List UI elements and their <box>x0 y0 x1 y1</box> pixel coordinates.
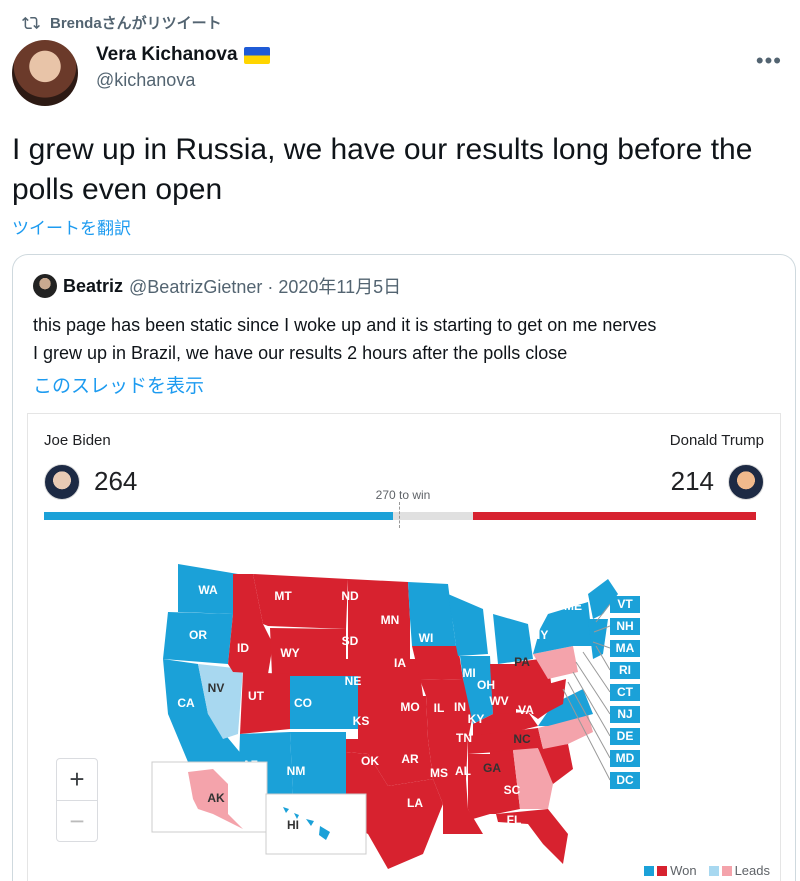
retweet-label: Brendaさんがリツイート <box>50 15 222 32</box>
quote-tweet[interactable]: Beatriz @BeatrizGietner · 2020年11月5日 thi… <box>12 254 796 881</box>
svg-text:WY: WY <box>280 646 299 660</box>
svg-text:MN: MN <box>381 613 400 627</box>
us-electoral-map: WAORCA NVIDMT WYUTCO AZNMND SDNEKS OKTXM… <box>151 564 640 869</box>
legend-won: Won <box>670 863 697 878</box>
map-zoom-control[interactable]: + − <box>56 758 98 842</box>
svg-text:UT: UT <box>248 689 265 703</box>
svg-text:LA: LA <box>407 796 423 810</box>
svg-text:MS: MS <box>430 766 448 780</box>
quote-text: this page has been static since I woke u… <box>33 311 656 367</box>
svg-text:HI: HI <box>287 818 299 832</box>
map-legend: Won Leads <box>644 863 770 878</box>
author-handle[interactable]: @kichanova <box>96 70 270 91</box>
svg-text:IA: IA <box>394 656 406 670</box>
svg-text:MO: MO <box>400 700 419 714</box>
svg-text:AR: AR <box>401 752 419 766</box>
quote-line-2: I grew up in Brazil, we have our results… <box>33 343 568 363</box>
svg-text:CO: CO <box>294 696 312 710</box>
svg-text:NY: NY <box>532 628 549 642</box>
svg-text:SC: SC <box>504 783 521 797</box>
svg-text:IL: IL <box>434 701 445 715</box>
svg-text:WV: WV <box>489 694 508 708</box>
svg-text:NC: NC <box>513 732 531 746</box>
state-box-label-nj: NJ <box>617 707 632 721</box>
svg-text:WI: WI <box>419 631 434 645</box>
state-IA <box>412 646 463 680</box>
svg-text:AK: AK <box>207 791 225 805</box>
state-NE-small <box>588 619 608 659</box>
svg-text:KY: KY <box>468 712 485 726</box>
quote-handle-date: @BeatrizGietner · 2020年11月5日 <box>129 277 402 297</box>
state-box-label-ma: MA <box>616 641 635 655</box>
svg-text:NE: NE <box>345 674 362 688</box>
svg-text:OK: OK <box>361 754 379 768</box>
state-box-label-vt: VT <box>617 597 633 611</box>
rep-won-swatch <box>657 865 668 876</box>
svg-text:ME: ME <box>564 599 582 613</box>
svg-text:ID: ID <box>237 641 249 655</box>
svg-text:CA: CA <box>177 696 195 710</box>
author-avatar[interactable] <box>12 40 78 106</box>
svg-text:VA: VA <box>518 703 534 717</box>
svg-text:FL: FL <box>507 813 522 827</box>
state-box-label-md: MD <box>616 751 635 765</box>
quote-author-name: Beatriz <box>63 275 124 296</box>
state-MT <box>253 574 348 629</box>
rep-lead-swatch <box>721 865 732 876</box>
more-options-icon[interactable]: ••• <box>756 48 782 74</box>
svg-text:KS: KS <box>353 714 370 728</box>
svg-text:AL: AL <box>455 764 471 778</box>
svg-text:IN: IN <box>454 700 466 714</box>
quote-line-1: this page has been static since I woke u… <box>33 315 657 335</box>
svg-text:TN: TN <box>456 731 472 745</box>
svg-text:PA: PA <box>514 655 530 669</box>
svg-text:MT: MT <box>274 589 292 603</box>
svg-text:GA: GA <box>483 761 501 775</box>
svg-text:ND: ND <box>341 589 359 603</box>
retweet-indicator[interactable]: Brendaさんがリツイート <box>22 12 222 33</box>
quote-avatar <box>33 274 57 298</box>
state-box-label-nh: NH <box>616 619 633 633</box>
legend-leads: Leads <box>734 863 770 878</box>
retweet-icon <box>22 16 40 29</box>
show-thread-link[interactable]: このスレッドを表示 <box>33 371 204 398</box>
zoom-in-button[interactable]: + <box>57 759 97 800</box>
dem-lead-swatch <box>708 865 719 876</box>
translate-link[interactable]: ツイートを翻訳 <box>12 214 131 239</box>
svg-text:OH: OH <box>477 678 495 692</box>
svg-text:MI: MI <box>462 666 475 680</box>
zoom-out-button[interactable]: − <box>57 800 97 842</box>
leader-line-ct <box>582 651 611 693</box>
svg-text:OR: OR <box>189 628 207 642</box>
svg-text:NM: NM <box>287 764 306 778</box>
svg-text:NV: NV <box>208 681 225 695</box>
election-results-image: Joe Biden Donald Trump 264 214 270 to wi… <box>27 413 781 881</box>
state-box-label-dc: DC <box>616 773 634 787</box>
state-box-label-ct: CT <box>617 685 634 699</box>
author-name[interactable]: Vera Kichanova <box>96 44 238 66</box>
state-box-label-de: DE <box>617 729 634 743</box>
dem-won-swatch <box>644 865 655 876</box>
svg-text:SD: SD <box>342 634 359 648</box>
svg-text:WA: WA <box>198 583 218 597</box>
tweet-text: I grew up in Russia, we have our results… <box>12 133 753 206</box>
ukraine-flag-icon <box>243 46 270 64</box>
state-box-label-ri: RI <box>619 663 631 677</box>
